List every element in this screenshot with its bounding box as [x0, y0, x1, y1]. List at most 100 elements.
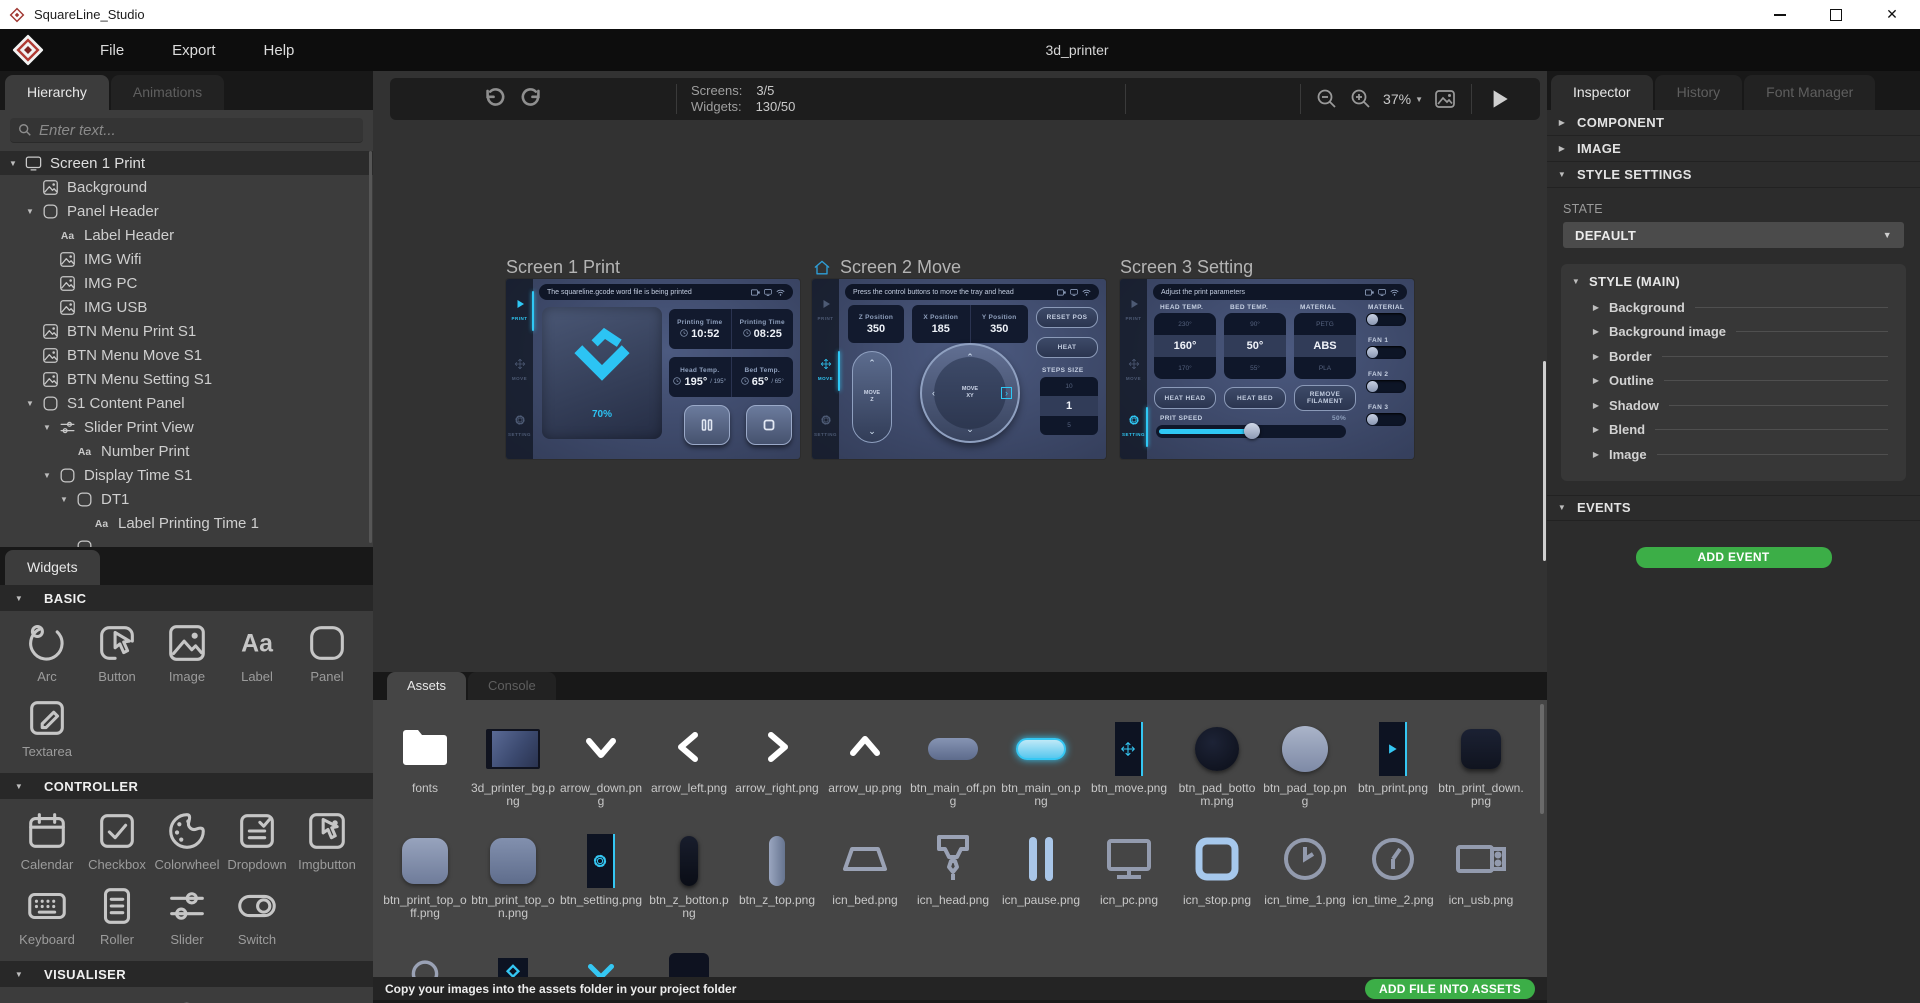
tab-hierarchy[interactable]: Hierarchy [5, 75, 109, 110]
tree-row-btn-menu-print-s1[interactable]: BTN Menu Print S1 [0, 319, 373, 343]
asset-partial[interactable] [557, 944, 645, 977]
expand-arrow-icon[interactable]: ▼ [25, 207, 35, 216]
tree-row-btn-menu-setting-s1[interactable]: BTN Menu Setting S1 [0, 367, 373, 391]
tab-font-manager[interactable]: Font Manager [1744, 75, 1875, 110]
menu-item-help[interactable]: Help [240, 36, 319, 65]
widget-panel[interactable]: Panel [292, 619, 362, 684]
asset-fonts[interactable]: fonts [381, 720, 469, 808]
tree-row-background[interactable]: Background [0, 175, 373, 199]
asset-btn_print_down-png[interactable]: btn_print_down.png [1437, 720, 1525, 808]
tree-row-btn-menu-move-s1[interactable]: BTN Menu Move S1 [0, 343, 373, 367]
asset-partial[interactable] [469, 944, 557, 977]
undo-icon[interactable] [480, 86, 506, 112]
asset-icn_head-png[interactable]: icn_head.png [909, 832, 997, 920]
asset-icn_pause-png[interactable]: icn_pause.png [997, 832, 1085, 920]
hierarchy-search[interactable] [10, 118, 363, 143]
screen-title-1[interactable]: Screen 1 Print [506, 257, 620, 278]
asset-partial[interactable] [381, 944, 469, 977]
minimize-button[interactable] [1752, 0, 1808, 29]
widget-textarea[interactable]: Textarea [12, 694, 82, 759]
asset-icn_bed-png[interactable]: icn_bed.png [821, 832, 909, 920]
tree-row[interactable] [0, 535, 373, 547]
widget-bar[interactable] [12, 995, 82, 1003]
state-dropdown[interactable]: DEFAULT ▼ [1563, 222, 1904, 248]
widget-slider[interactable]: Slider [152, 882, 222, 947]
tree-row-slider-print-view[interactable]: ▼Slider Print View [0, 415, 373, 439]
play-button[interactable] [1486, 86, 1512, 112]
maximize-button[interactable] [1808, 0, 1864, 29]
asset-btn_main_off-png[interactable]: btn_main_off.png [909, 720, 997, 808]
tree-row-panel-header[interactable]: ▼Panel Header [0, 199, 373, 223]
widget-colorwheel[interactable]: Colorwheel [152, 807, 222, 872]
asset-btn_z_top-png[interactable]: btn_z_top.png [733, 832, 821, 920]
widget-image[interactable]: Image [152, 619, 222, 684]
tree-row-screen-1-print[interactable]: ▼Screen 1 Print [0, 151, 373, 175]
close-button[interactable]: ✕ [1864, 0, 1920, 29]
style-item-background-image[interactable]: ▶Background image [1569, 320, 1894, 345]
style-item-shadow[interactable]: ▶Shadow [1569, 393, 1894, 418]
events-section-header[interactable]: ▼ EVENTS [1547, 495, 1920, 521]
tree-row-label-printing-time-1[interactable]: AaLabel Printing Time 1 [0, 511, 373, 535]
menu-item-export[interactable]: Export [148, 36, 239, 65]
canvas-scrollbar[interactable] [1543, 361, 1546, 561]
widget-dropdown[interactable]: Dropdown [222, 807, 292, 872]
tree-row-display-time-s1[interactable]: ▼Display Time S1 [0, 463, 373, 487]
asset-arrow_down-png[interactable]: arrow_down.png [557, 720, 645, 808]
tree-row-dt1[interactable]: ▼DT1 [0, 487, 373, 511]
widget-section-controller[interactable]: ▼CONTROLLER [0, 773, 373, 799]
widget-checkbox[interactable]: Checkbox [82, 807, 152, 872]
widget-chart[interactable] [82, 995, 152, 1003]
widget-roller[interactable]: Roller [82, 882, 152, 947]
tab-history[interactable]: History [1655, 75, 1743, 110]
asset-btn_main_on-png[interactable]: btn_main_on.png [997, 720, 1085, 808]
expand-arrow-icon[interactable]: ▼ [59, 495, 69, 504]
asset-partial[interactable] [645, 944, 733, 977]
screen-title-3[interactable]: Screen 3 Setting [1120, 257, 1253, 278]
tab-assets[interactable]: Assets [387, 672, 466, 700]
asset-icn_time_2-png[interactable]: icn_time_2.png [1349, 832, 1437, 920]
screen-title-2[interactable]: Screen 2 Move [812, 257, 961, 278]
expand-arrow-icon[interactable]: ▼ [42, 423, 52, 432]
section-image[interactable]: ▶IMAGE [1547, 136, 1920, 162]
widget-section-visualiser[interactable]: ▼VISUALISER [0, 961, 373, 987]
widget-switch[interactable]: Switch [222, 882, 292, 947]
tree-row-img-pc[interactable]: IMG PC [0, 271, 373, 295]
tree-row-number-print[interactable]: AaNumber Print [0, 439, 373, 463]
style-item-background[interactable]: ▶Background [1569, 295, 1894, 320]
widget-arc[interactable]: Arc [12, 619, 82, 684]
zoom-level[interactable]: 37% [1383, 91, 1411, 107]
asset-icn_usb-png[interactable]: icn_usb.png [1437, 832, 1525, 920]
asset-btn_print_top_off-png[interactable]: btn_print_top_off.png [381, 832, 469, 920]
tree-row-img-usb[interactable]: IMG USB [0, 295, 373, 319]
zoom-out-icon[interactable] [1315, 87, 1339, 111]
tab-console[interactable]: Console [468, 672, 556, 700]
asset-3d_printer_bg-png[interactable]: 3d_printer_bg.png [469, 720, 557, 808]
asset-btn_pad_bottom-png[interactable]: btn_pad_bottom.png [1173, 720, 1261, 808]
add-event-button[interactable]: ADD EVENT [1636, 547, 1832, 568]
tab-animations[interactable]: Animations [111, 75, 224, 110]
asset-btn_print_top_on-png[interactable]: btn_print_top_on.png [469, 832, 557, 920]
redo-icon[interactable] [520, 86, 546, 112]
assets-scrollbar[interactable] [1540, 704, 1544, 814]
asset-icn_stop-png[interactable]: icn_stop.png [1173, 832, 1261, 920]
asset-icn_pc-png[interactable]: icn_pc.png [1085, 832, 1173, 920]
widget-label[interactable]: AaLabel [222, 619, 292, 684]
expand-arrow-icon[interactable]: ▼ [25, 399, 35, 408]
asset-arrow_left-png[interactable]: arrow_left.png [645, 720, 733, 808]
asset-btn_move-png[interactable]: btn_move.png [1085, 720, 1173, 808]
asset-btn_pad_top-png[interactable]: btn_pad_top.png [1261, 720, 1349, 808]
tree-row-img-wifi[interactable]: IMG Wifi [0, 247, 373, 271]
screen-thumbnail-print[interactable]: PRINTMOVESETTINGThe squareline.gcode wor… [506, 279, 800, 459]
asset-btn_z_botton-png[interactable]: btn_z_botton.png [645, 832, 733, 920]
widget-section-basic[interactable]: ▼BASIC [0, 585, 373, 611]
asset-arrow_up-png[interactable]: arrow_up.png [821, 720, 909, 808]
section-component[interactable]: ▶COMPONENT [1547, 110, 1920, 136]
widget-calendar[interactable]: Calendar [12, 807, 82, 872]
screen-thumbnail-move[interactable]: PRINTMOVESETTINGPress the control button… [812, 279, 1106, 459]
widget-keyboard[interactable]: Keyboard [12, 882, 82, 947]
screenshot-icon[interactable] [1433, 87, 1457, 111]
zoom-caret-icon[interactable]: ▼ [1415, 95, 1423, 104]
section-style-settings[interactable]: ▼STYLE SETTINGS [1547, 162, 1920, 188]
expand-arrow-icon[interactable]: ▼ [42, 471, 52, 480]
widget-imgbutton[interactable]: Imgbutton [292, 807, 362, 872]
